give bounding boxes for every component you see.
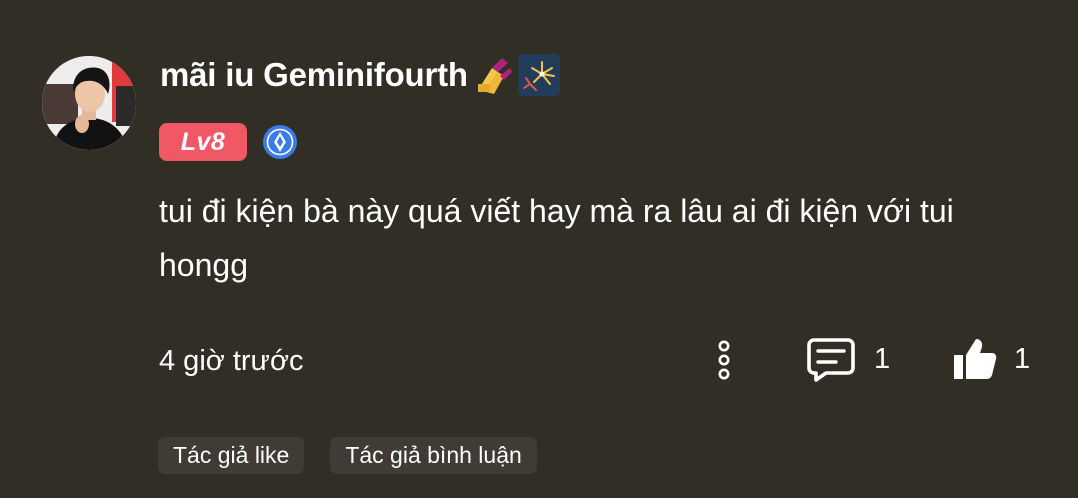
like-count: 1	[1014, 343, 1031, 375]
reply-button[interactable]: 1	[806, 335, 890, 383]
more-options-button[interactable]	[710, 338, 738, 382]
thumbs-up-icon	[954, 339, 997, 379]
comment-time: 4 giờ trước	[159, 345, 304, 377]
fireworks-emoji-icon	[517, 54, 560, 96]
vertical-dots-icon	[718, 340, 730, 380]
like-button[interactable]: 1	[950, 334, 1030, 384]
avatar[interactable]	[42, 56, 136, 150]
chip-author-like: Tác giả like	[158, 437, 305, 474]
reply-bubble-icon	[807, 338, 855, 382]
comment-text: tui đi kiện bà này quá viết hay mà ra lâ…	[159, 193, 954, 283]
badges-row: Lv8	[159, 123, 298, 161]
blue-diamond-badge-icon	[262, 124, 298, 160]
tag-chips: Tác giả like Tác giả bình luận	[158, 437, 537, 474]
nail-polish-emoji-icon	[472, 54, 514, 96]
reply-count: 1	[874, 343, 891, 375]
username[interactable]: mãi iu Geminifourth	[160, 56, 468, 94]
avatar-image	[42, 56, 136, 150]
comment-card: mãi iu Geminifourth Lv8 tui đi kiện bà n…	[0, 0, 1078, 498]
chip-author-comment: Tác giả bình luận	[330, 437, 537, 474]
level-badge: Lv8	[159, 123, 247, 161]
username-row[interactable]: mãi iu Geminifourth	[160, 52, 560, 98]
